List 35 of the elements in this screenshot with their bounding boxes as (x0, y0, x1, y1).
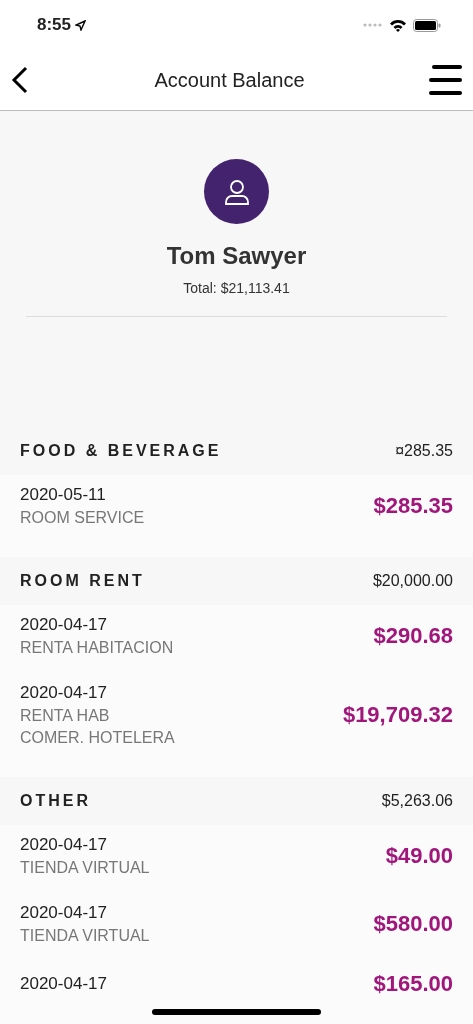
charge-description: RENTA HAB (20, 707, 111, 725)
charge-amount: $19,709.32 (342, 702, 453, 728)
charge-amount: $165.00 (373, 971, 453, 997)
charge-description: TIENDA VIRTUAL (20, 927, 150, 945)
charge-amount: $290.68 (373, 623, 453, 649)
charge-description: RENTA HABITACION (20, 639, 174, 657)
total-balance: Total: $21,113.41 (183, 280, 290, 296)
charge-description: ROOM SERVICE (20, 509, 145, 527)
charge-description: COMER. HOTELERA (20, 729, 175, 747)
back-icon[interactable] (10, 66, 30, 94)
user-icon (222, 177, 251, 206)
charge-date: 2020-05-11 (20, 485, 107, 505)
section-title: ROOM RENT (20, 572, 145, 590)
section-title: FOOD & BEVERAGE (20, 442, 222, 460)
charge-amount: $49.00 (385, 843, 453, 869)
charge-date: 2020-04-17 (20, 835, 108, 855)
section-title: OTHER (20, 792, 91, 810)
charge-amount: $580.00 (373, 911, 453, 937)
page-title: Account Balance (154, 68, 305, 92)
section-total: $5,263.06 (381, 792, 453, 810)
charge-date: 2020-04-17 (20, 903, 108, 923)
battery-icon (413, 18, 441, 32)
location-icon (75, 19, 87, 31)
signal-icon (363, 23, 383, 27)
status-time: 8:55 (37, 15, 72, 35)
section-total: $20,000.00 (372, 572, 453, 590)
section-total: ¤285.35 (395, 442, 453, 460)
charge-date: 2020-04-17 (20, 615, 108, 635)
guest-name: Tom Sawyer (166, 242, 307, 270)
charge-date: 2020-04-17 (20, 974, 107, 994)
menu-icon[interactable] (429, 64, 463, 96)
charge-date: 2020-04-17 (20, 683, 108, 703)
charge-amount: $285.35 (373, 493, 453, 519)
charge-description: TIENDA VIRTUAL (20, 859, 150, 877)
wifi-icon (389, 18, 407, 32)
